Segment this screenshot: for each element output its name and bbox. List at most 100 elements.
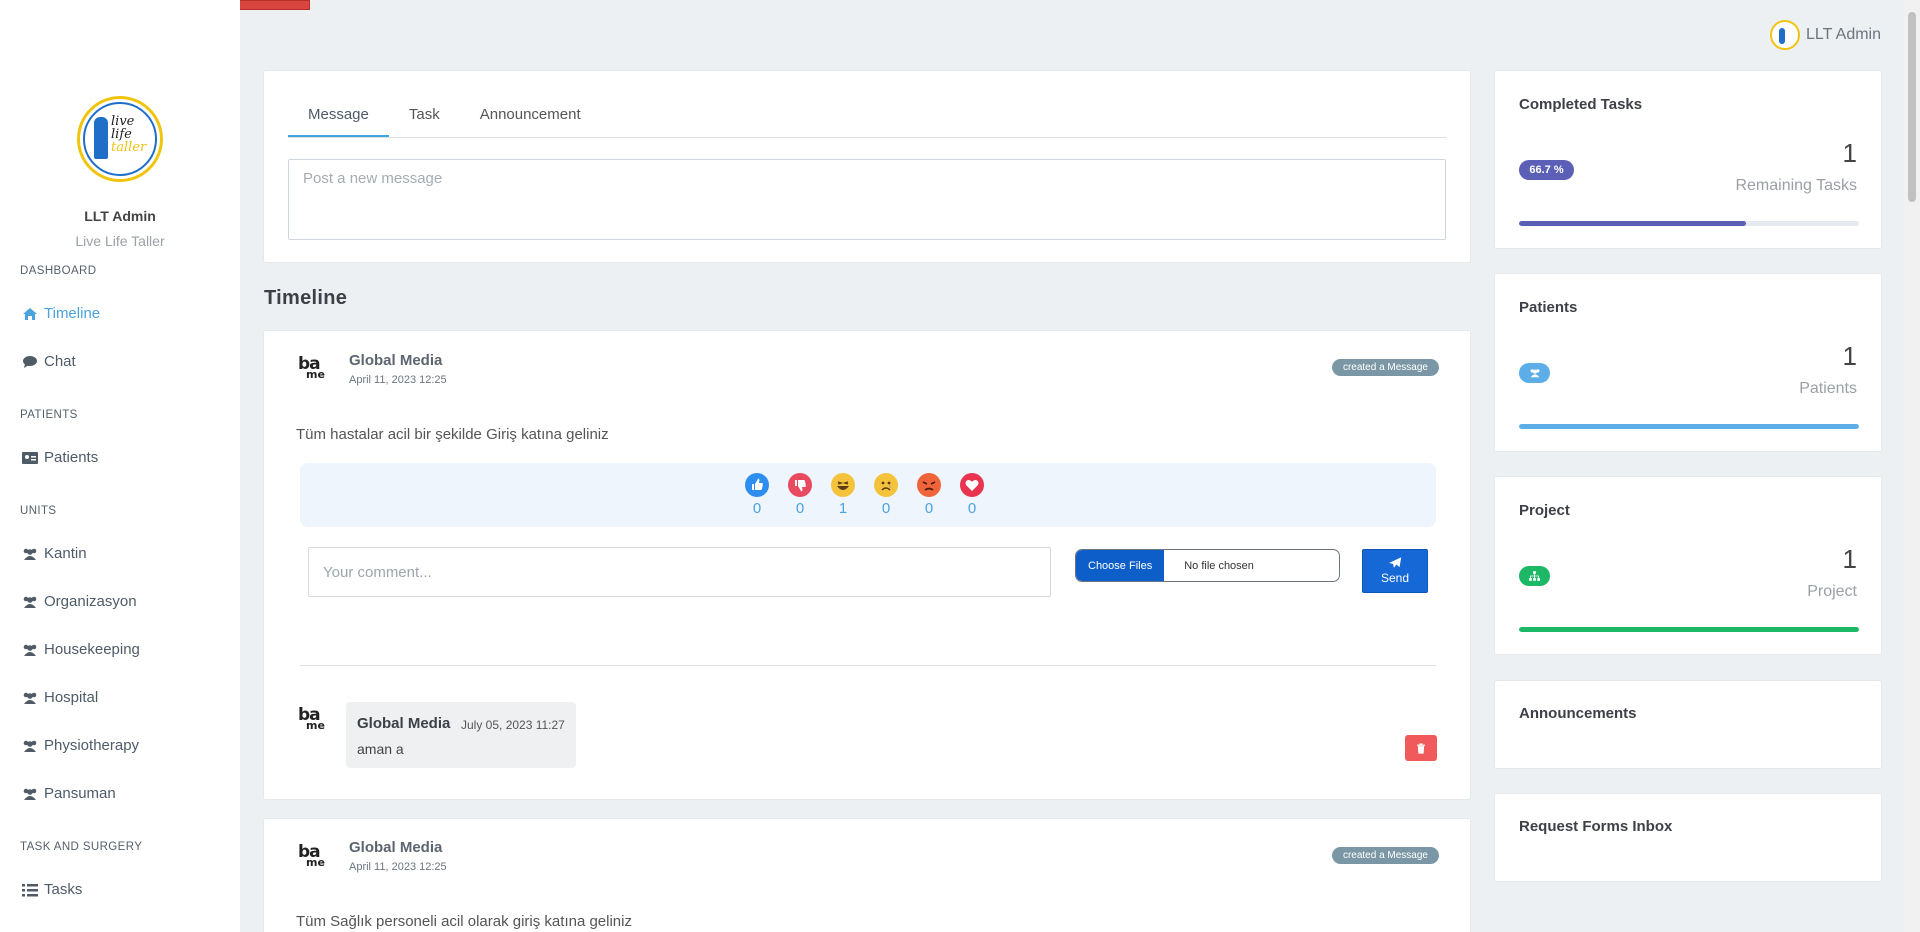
users-icon <box>23 788 37 800</box>
nav-section-patients: PATIENTS <box>20 409 78 421</box>
angry-icon <box>917 473 941 497</box>
sidebar-item-housekeeping[interactable]: Housekeeping <box>22 641 140 658</box>
choose-files-button[interactable]: Choose Files <box>1076 550 1165 581</box>
post-author: Global Media <box>349 352 443 369</box>
sidebar-item-timeline[interactable]: Timeline <box>22 305 100 322</box>
sidebar: live life taller LLT Admin Live Life Tal… <box>0 0 240 932</box>
nav-section-units: UNITS <box>20 505 57 517</box>
reaction-angry[interactable]: 0 <box>916 473 942 517</box>
header-user-name: LLT Admin <box>1805 26 1881 43</box>
timeline-heading: Timeline <box>264 287 348 309</box>
reaction-count: 0 <box>752 500 762 517</box>
reaction-count: 0 <box>795 500 805 517</box>
timeline-post: ba me Global Media April 11, 2023 12:25 c… <box>263 818 1471 932</box>
completion-pill: 66.7 % <box>1519 160 1574 180</box>
reaction-love[interactable]: 0 <box>959 473 985 517</box>
patients-count: 1 <box>1842 341 1857 371</box>
scrollbar-thumb[interactable] <box>1908 12 1916 202</box>
progress-fill <box>1519 424 1859 429</box>
completed-tasks-card: Completed Tasks 66.7 % 1 Remaining Tasks <box>1494 70 1882 249</box>
tab-task[interactable]: Task <box>389 105 460 137</box>
sidebar-item-tasks[interactable]: Tasks <box>22 881 82 898</box>
sidebar-item-label: Timeline <box>44 305 101 322</box>
dislike-icon <box>788 473 812 497</box>
sidebar-item-label: Tasks <box>44 881 83 898</box>
sidebar-user-name: LLT Admin <box>84 208 156 224</box>
reaction-bar: 0 0 1 0 0 0 <box>300 463 1436 527</box>
reaction-like[interactable]: 0 <box>744 473 770 517</box>
tab-announcement[interactable]: Announcement <box>460 105 601 137</box>
patients-pill <box>1519 363 1550 383</box>
file-status: No file chosen <box>1184 559 1254 572</box>
sidebar-item-physiotherapy[interactable]: Physiotherapy <box>22 737 139 754</box>
card-title: Request Forms Inbox <box>1519 818 1673 835</box>
send-label: Send <box>1380 571 1410 585</box>
reaction-count: 1 <box>838 500 848 517</box>
sidebar-item-label: Hospital <box>44 689 99 706</box>
sidebar-item-label: Patients <box>44 449 99 466</box>
reaction-count: 0 <box>924 500 934 517</box>
reaction-count: 0 <box>881 500 891 517</box>
sidebar-item-label: Chat <box>44 353 76 370</box>
sidebar-item-label: Pansuman <box>44 785 116 802</box>
project-count: 1 <box>1842 544 1857 574</box>
send-button[interactable]: Send <box>1362 549 1428 593</box>
post-date: April 11, 2023 12:25 <box>349 374 447 386</box>
reaction-sad[interactable]: 0 <box>873 473 899 517</box>
sidebar-item-kantin[interactable]: Kantin <box>22 545 87 562</box>
header-user-menu[interactable]: LLT Admin <box>1769 20 1881 50</box>
users-icon <box>23 740 37 752</box>
users-icon <box>23 692 37 704</box>
project-label: Project <box>1807 583 1857 600</box>
reaction-laugh[interactable]: 1 <box>830 473 856 517</box>
comment-input[interactable] <box>308 547 1051 597</box>
post-date: April 11, 2023 12:25 <box>349 861 447 873</box>
users-icon <box>23 644 37 656</box>
new-message-input[interactable] <box>288 159 1446 240</box>
sidebar-item-label: Housekeeping <box>44 641 140 658</box>
users-icon <box>23 596 37 608</box>
comment-bubble: Global Media July 05, 2023 11:27 aman a <box>346 702 576 768</box>
card-title: Announcements <box>1519 705 1637 722</box>
paper-plane-icon <box>1388 557 1401 568</box>
sidebar-user-subtitle: Live Life Taller <box>75 233 165 249</box>
sidebar-item-pansuman[interactable]: Pansuman <box>22 785 116 802</box>
progress-bar <box>1519 424 1859 429</box>
sidebar-item-patients[interactable]: Patients <box>22 449 98 466</box>
tab-message[interactable]: Message <box>288 105 389 137</box>
card-title: Patients <box>1519 299 1578 316</box>
page-scrollbar[interactable] <box>1904 0 1920 932</box>
id-card-icon <box>22 451 38 464</box>
progress-bar <box>1519 627 1859 632</box>
sitemap-icon <box>1529 571 1540 581</box>
sidebar-item-label: Organizasyon <box>44 593 137 610</box>
nav-section-task-surgery: TASK AND SURGERY <box>20 841 143 853</box>
project-card: Project 1 Project <box>1494 476 1882 655</box>
card-title: Completed Tasks <box>1519 96 1643 113</box>
patients-label: Patients <box>1799 380 1857 397</box>
comment-date: July 05, 2023 11:27 <box>461 718 565 732</box>
post-text: Tüm hastalar acil bir şekilde Giriş katı… <box>296 426 609 443</box>
trash-icon <box>1417 742 1425 754</box>
post-composer: Message Task Announcement <box>263 70 1471 263</box>
list-icon <box>22 883 38 896</box>
home-icon <box>23 307 37 320</box>
sidebar-item-organizasyon[interactable]: Organizasyon <box>22 593 137 610</box>
brand-logo: live life taller <box>77 96 163 182</box>
nav-section-dashboard: DASHBOARD <box>20 265 97 277</box>
file-upload[interactable]: Choose Files No file chosen <box>1075 549 1340 582</box>
post-divider <box>300 665 1436 666</box>
project-pill <box>1519 566 1550 586</box>
announcements-card: Announcements <box>1494 680 1882 769</box>
composer-tabs: Message Task Announcement <box>288 105 1446 138</box>
reaction-dislike[interactable]: 0 <box>787 473 813 517</box>
love-icon <box>960 473 984 497</box>
delete-comment-button[interactable] <box>1405 735 1437 761</box>
progress-fill <box>1519 221 1746 226</box>
chat-icon <box>23 355 37 368</box>
remaining-count: 1 <box>1842 138 1857 168</box>
sidebar-item-hospital[interactable]: Hospital <box>22 689 98 706</box>
like-icon <box>745 473 769 497</box>
patients-card: Patients 1 Patients <box>1494 273 1882 452</box>
sidebar-item-chat[interactable]: Chat <box>22 353 76 370</box>
